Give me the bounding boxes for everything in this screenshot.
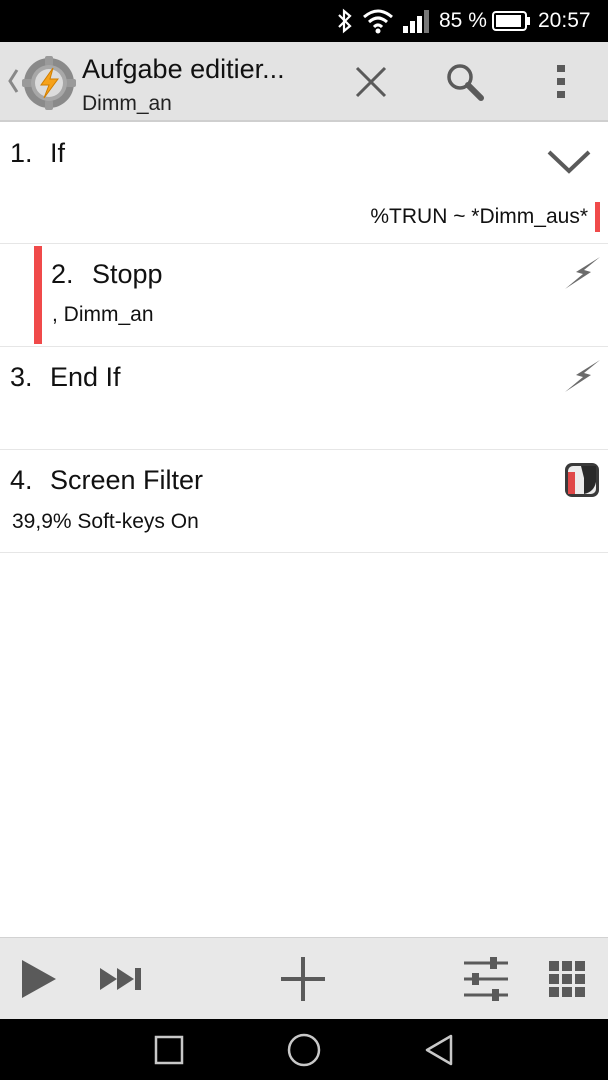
battery-icon	[492, 0, 532, 42]
signal-icon	[402, 0, 432, 42]
wifi-icon	[362, 0, 394, 42]
page-title: Aufgabe editier...	[82, 54, 285, 84]
home-icon	[287, 1033, 321, 1066]
action-name: Screen Filter	[50, 465, 204, 495]
search-button[interactable]	[430, 42, 500, 122]
play-icon	[22, 960, 56, 998]
close-button[interactable]	[336, 42, 406, 122]
recents-button[interactable]	[129, 1019, 209, 1080]
up-navigation-button[interactable]	[6, 66, 20, 101]
grid-icon	[549, 961, 585, 997]
action-number: 2.	[51, 259, 74, 289]
action-list: 1. If %TRUN ~ *Dimm_aus* 2. Stopp , Dimm…	[0, 124, 608, 553]
indent-marker	[34, 246, 42, 344]
overflow-menu-icon	[557, 65, 565, 98]
step-forward-button[interactable]	[86, 938, 156, 1020]
app-icon[interactable]	[22, 56, 76, 110]
task-properties-button[interactable]	[451, 938, 521, 1020]
chevron-left-icon	[8, 69, 19, 93]
action-number: 1.	[10, 138, 33, 168]
back-button[interactable]	[399, 1019, 479, 1080]
add-icon	[281, 957, 325, 1001]
clock: 20:57	[538, 9, 591, 32]
settings-sliders-icon	[464, 957, 508, 1001]
list-item[interactable]: 2. Stopp , Dimm_an	[0, 244, 608, 347]
back-icon	[425, 1034, 453, 1065]
home-button[interactable]	[264, 1019, 344, 1080]
action-args: , Dimm_an	[52, 303, 154, 326]
action-args: 39,9% Soft-keys On	[12, 510, 199, 533]
lightning-icon	[564, 359, 602, 398]
battery-percent: 85 %	[439, 9, 487, 32]
list-item[interactable]: 1. If %TRUN ~ *Dimm_aus*	[0, 124, 608, 244]
step-forward-icon	[100, 968, 141, 990]
action-condition: %TRUN ~ *Dimm_aus*	[370, 205, 588, 228]
recents-icon	[154, 1035, 184, 1064]
screen-filter-icon	[564, 462, 600, 503]
list-item[interactable]: 3. End If	[0, 347, 608, 450]
bluetooth-icon	[334, 0, 356, 42]
action-bar: Aufgabe editier... Dimm_an	[0, 42, 608, 122]
play-button[interactable]	[4, 938, 74, 1020]
add-action-button[interactable]	[268, 938, 338, 1020]
action-number: 3.	[10, 362, 33, 392]
condition-marker	[595, 202, 600, 232]
chevron-down-icon[interactable]	[546, 148, 592, 181]
action-name: If	[50, 138, 66, 168]
action-name: Stopp	[92, 259, 163, 289]
bottom-toolbar	[0, 937, 608, 1019]
status-bar: 85 % 20:57	[0, 0, 608, 42]
page-subtitle: Dimm_an	[82, 92, 172, 115]
lightning-icon	[564, 256, 602, 295]
list-item[interactable]: 4. Screen Filter 39,9% Soft-keys On	[0, 450, 608, 553]
action-name: End If	[50, 362, 121, 392]
action-number: 4.	[10, 465, 33, 495]
grid-button[interactable]	[532, 938, 602, 1020]
navigation-bar	[0, 1019, 608, 1080]
close-icon	[355, 66, 387, 98]
overflow-menu-button[interactable]	[526, 42, 596, 122]
search-icon	[447, 64, 484, 101]
